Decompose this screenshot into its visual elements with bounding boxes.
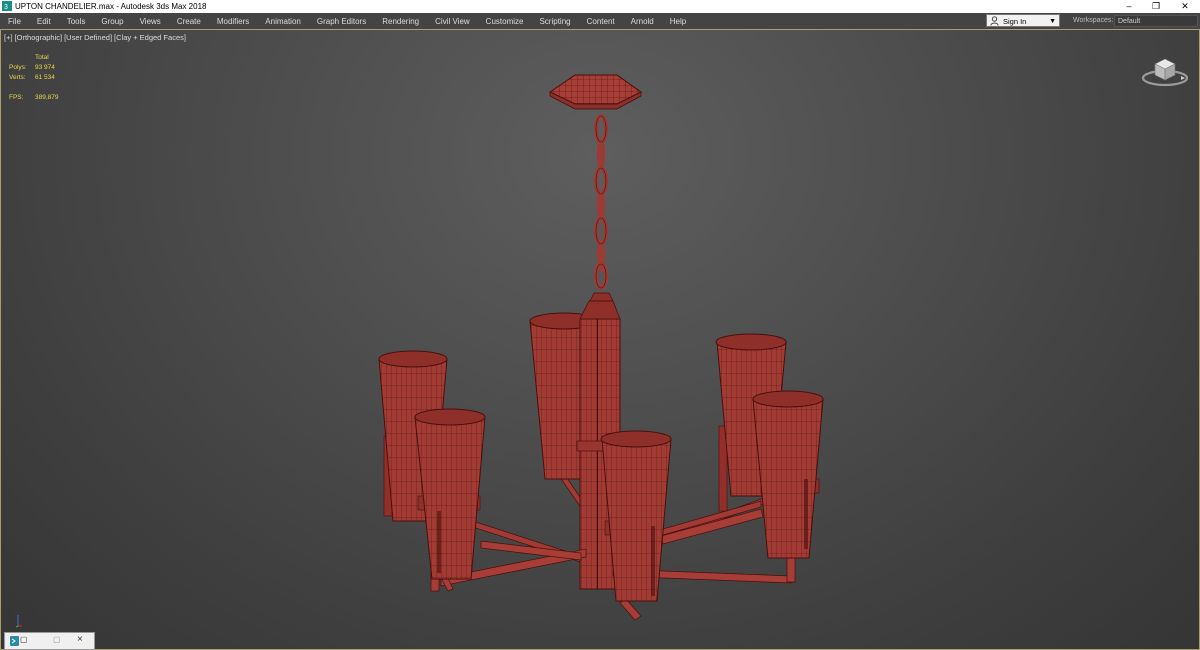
shade-right-front xyxy=(752,390,824,559)
minimize-button[interactable]: – xyxy=(1116,0,1142,13)
menu-create[interactable]: Create xyxy=(169,17,209,26)
menu-help[interactable]: Help xyxy=(662,17,694,26)
menu-views[interactable]: Views xyxy=(132,17,169,26)
close-button[interactable]: ✕ xyxy=(1172,0,1198,13)
workspace-value: Default xyxy=(1118,18,1141,25)
3dsmax-app-icon: 3 xyxy=(2,1,12,11)
maxscript-mini-listener[interactable]: ▢ ▢ × xyxy=(4,632,95,650)
workspaces-label: Workspaces: xyxy=(1073,17,1114,24)
menu-customize[interactable]: Customize xyxy=(478,17,532,26)
menu-group[interactable]: Group xyxy=(93,17,131,26)
title-bar: 3 UPTON CHANDELIER.max - Autodesk 3ds Ma… xyxy=(0,0,1200,13)
menu-graph-editors[interactable]: Graph Editors xyxy=(309,17,374,26)
axis-tripod-icon xyxy=(15,615,22,628)
menu-rendering[interactable]: Rendering xyxy=(374,17,427,26)
main-menu: File Edit Tools Group Views Create Modif… xyxy=(0,13,694,29)
chandelier-model[interactable] xyxy=(1,30,1199,649)
workspace-select[interactable]: Default xyxy=(1114,15,1198,27)
menu-edit[interactable]: Edit xyxy=(29,17,59,26)
window-title: UPTON CHANDELIER.max - Autodesk 3ds Max … xyxy=(15,2,207,11)
close-icon[interactable]: × xyxy=(77,634,83,645)
user-icon xyxy=(990,16,999,26)
chevron-down-icon: ▼ xyxy=(1049,18,1056,25)
sign-in-label: Sign In xyxy=(1003,17,1027,26)
menu-bar: File Edit Tools Group Views Create Modif… xyxy=(0,13,1200,29)
menu-arnold[interactable]: Arnold xyxy=(623,17,662,26)
listener-window-icon[interactable]: ▢ xyxy=(20,635,28,644)
maxscript-icon xyxy=(10,636,19,646)
ceiling-canopy xyxy=(549,74,642,110)
menu-content[interactable]: Content xyxy=(579,17,623,26)
listener-restore-icon[interactable]: ▢ xyxy=(53,635,61,644)
shade-left-front xyxy=(414,408,486,580)
menu-animation[interactable]: Animation xyxy=(257,17,309,26)
sign-in-dropdown[interactable]: Sign In ▼ xyxy=(986,14,1060,27)
svg-text:3: 3 xyxy=(4,4,8,11)
menu-scripting[interactable]: Scripting xyxy=(531,17,578,26)
perspective-viewport[interactable]: [+] [Orthographic] [User Defined] [Clay + E… xyxy=(0,29,1200,650)
menu-civil-view[interactable]: Civil View xyxy=(427,17,478,26)
menu-modifiers[interactable]: Modifiers xyxy=(209,17,257,26)
viewcube-icon[interactable] xyxy=(1141,52,1189,88)
menu-tools[interactable]: Tools xyxy=(59,17,94,26)
menu-file[interactable]: File xyxy=(0,17,29,26)
restore-button[interactable]: ❐ xyxy=(1143,0,1169,13)
